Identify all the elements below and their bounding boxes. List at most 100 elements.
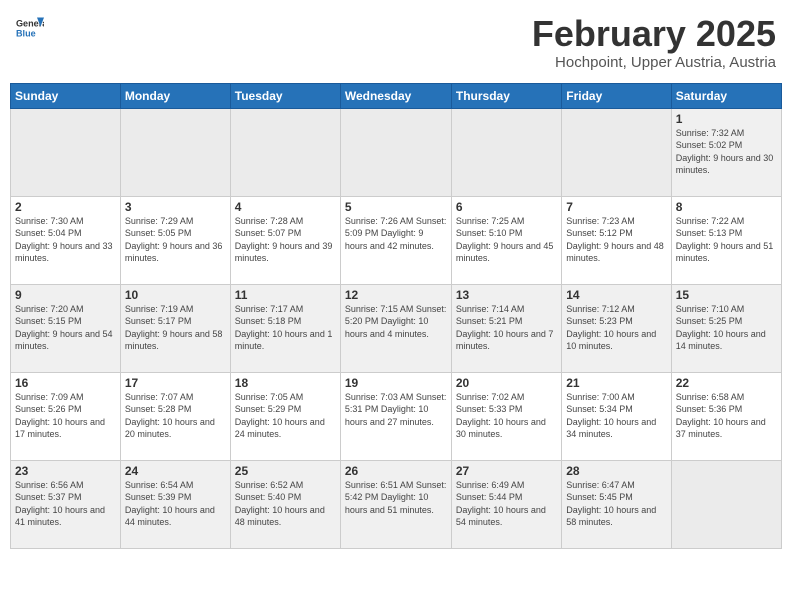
calendar-cell: 27Sunrise: 6:49 AM Sunset: 5:44 PM Dayli… <box>451 460 561 548</box>
weekday-wednesday: Wednesday <box>340 83 451 108</box>
month-title: February 2025 <box>532 14 776 54</box>
weekday-saturday: Saturday <box>671 83 781 108</box>
day-info: Sunrise: 7:29 AM Sunset: 5:05 PM Dayligh… <box>125 215 226 265</box>
day-info: Sunrise: 7:03 AM Sunset: 5:31 PM Dayligh… <box>345 391 447 429</box>
week-row-3: 9Sunrise: 7:20 AM Sunset: 5:15 PM Daylig… <box>11 284 782 372</box>
day-number: 19 <box>345 376 447 390</box>
day-number: 12 <box>345 288 447 302</box>
day-info: Sunrise: 6:56 AM Sunset: 5:37 PM Dayligh… <box>15 479 116 529</box>
day-number: 8 <box>676 200 777 214</box>
day-number: 6 <box>456 200 557 214</box>
day-info: Sunrise: 7:32 AM Sunset: 5:02 PM Dayligh… <box>676 127 777 177</box>
day-number: 10 <box>125 288 226 302</box>
day-info: Sunrise: 7:23 AM Sunset: 5:12 PM Dayligh… <box>566 215 666 265</box>
calendar-cell: 26Sunrise: 6:51 AM Sunset: 5:42 PM Dayli… <box>340 460 451 548</box>
title-block: February 2025 Hochpoint, Upper Austria, … <box>532 14 776 71</box>
calendar-cell: 22Sunrise: 6:58 AM Sunset: 5:36 PM Dayli… <box>671 372 781 460</box>
logo: General Blue <box>16 14 46 42</box>
day-info: Sunrise: 7:10 AM Sunset: 5:25 PM Dayligh… <box>676 303 777 353</box>
week-row-1: 1Sunrise: 7:32 AM Sunset: 5:02 PM Daylig… <box>11 108 782 196</box>
calendar-cell: 20Sunrise: 7:02 AM Sunset: 5:33 PM Dayli… <box>451 372 561 460</box>
day-number: 28 <box>566 464 666 478</box>
day-number: 11 <box>235 288 336 302</box>
calendar-cell <box>451 108 561 196</box>
day-number: 13 <box>456 288 557 302</box>
calendar-cell: 18Sunrise: 7:05 AM Sunset: 5:29 PM Dayli… <box>230 372 340 460</box>
calendar-cell: 7Sunrise: 7:23 AM Sunset: 5:12 PM Daylig… <box>562 196 671 284</box>
day-info: Sunrise: 6:49 AM Sunset: 5:44 PM Dayligh… <box>456 479 557 529</box>
day-number: 4 <box>235 200 336 214</box>
day-number: 3 <box>125 200 226 214</box>
calendar-cell <box>562 108 671 196</box>
calendar-cell: 12Sunrise: 7:15 AM Sunset: 5:20 PM Dayli… <box>340 284 451 372</box>
day-info: Sunrise: 7:12 AM Sunset: 5:23 PM Dayligh… <box>566 303 666 353</box>
day-info: Sunrise: 7:02 AM Sunset: 5:33 PM Dayligh… <box>456 391 557 441</box>
calendar-cell: 4Sunrise: 7:28 AM Sunset: 5:07 PM Daylig… <box>230 196 340 284</box>
day-info: Sunrise: 6:47 AM Sunset: 5:45 PM Dayligh… <box>566 479 666 529</box>
calendar-cell: 15Sunrise: 7:10 AM Sunset: 5:25 PM Dayli… <box>671 284 781 372</box>
calendar-cell: 24Sunrise: 6:54 AM Sunset: 5:39 PM Dayli… <box>120 460 230 548</box>
day-info: Sunrise: 7:20 AM Sunset: 5:15 PM Dayligh… <box>15 303 116 353</box>
day-number: 17 <box>125 376 226 390</box>
day-info: Sunrise: 7:26 AM Sunset: 5:09 PM Dayligh… <box>345 215 447 253</box>
day-info: Sunrise: 7:05 AM Sunset: 5:29 PM Dayligh… <box>235 391 336 441</box>
calendar-cell: 9Sunrise: 7:20 AM Sunset: 5:15 PM Daylig… <box>11 284 121 372</box>
calendar-cell: 14Sunrise: 7:12 AM Sunset: 5:23 PM Dayli… <box>562 284 671 372</box>
calendar-cell: 8Sunrise: 7:22 AM Sunset: 5:13 PM Daylig… <box>671 196 781 284</box>
day-info: Sunrise: 7:09 AM Sunset: 5:26 PM Dayligh… <box>15 391 116 441</box>
calendar-cell <box>671 460 781 548</box>
weekday-header-row: SundayMondayTuesdayWednesdayThursdayFrid… <box>11 83 782 108</box>
calendar-cell: 28Sunrise: 6:47 AM Sunset: 5:45 PM Dayli… <box>562 460 671 548</box>
calendar-cell: 21Sunrise: 7:00 AM Sunset: 5:34 PM Dayli… <box>562 372 671 460</box>
calendar-cell <box>230 108 340 196</box>
day-info: Sunrise: 6:58 AM Sunset: 5:36 PM Dayligh… <box>676 391 777 441</box>
day-number: 20 <box>456 376 557 390</box>
weekday-thursday: Thursday <box>451 83 561 108</box>
day-info: Sunrise: 6:54 AM Sunset: 5:39 PM Dayligh… <box>125 479 226 529</box>
calendar-cell: 5Sunrise: 7:26 AM Sunset: 5:09 PM Daylig… <box>340 196 451 284</box>
calendar-cell: 16Sunrise: 7:09 AM Sunset: 5:26 PM Dayli… <box>11 372 121 460</box>
day-info: Sunrise: 7:15 AM Sunset: 5:20 PM Dayligh… <box>345 303 447 341</box>
day-number: 22 <box>676 376 777 390</box>
day-info: Sunrise: 7:17 AM Sunset: 5:18 PM Dayligh… <box>235 303 336 353</box>
calendar-cell: 19Sunrise: 7:03 AM Sunset: 5:31 PM Dayli… <box>340 372 451 460</box>
day-info: Sunrise: 6:51 AM Sunset: 5:42 PM Dayligh… <box>345 479 447 517</box>
calendar-table: SundayMondayTuesdayWednesdayThursdayFrid… <box>10 83 782 549</box>
day-number: 14 <box>566 288 666 302</box>
day-number: 15 <box>676 288 777 302</box>
day-info: Sunrise: 7:25 AM Sunset: 5:10 PM Dayligh… <box>456 215 557 265</box>
day-info: Sunrise: 7:28 AM Sunset: 5:07 PM Dayligh… <box>235 215 336 265</box>
calendar-cell <box>120 108 230 196</box>
svg-text:Blue: Blue <box>16 28 36 38</box>
day-info: Sunrise: 7:00 AM Sunset: 5:34 PM Dayligh… <box>566 391 666 441</box>
calendar-cell <box>11 108 121 196</box>
day-number: 27 <box>456 464 557 478</box>
calendar-cell: 11Sunrise: 7:17 AM Sunset: 5:18 PM Dayli… <box>230 284 340 372</box>
calendar-cell: 17Sunrise: 7:07 AM Sunset: 5:28 PM Dayli… <box>120 372 230 460</box>
calendar-cell <box>340 108 451 196</box>
day-number: 24 <box>125 464 226 478</box>
day-number: 21 <box>566 376 666 390</box>
calendar-cell: 6Sunrise: 7:25 AM Sunset: 5:10 PM Daylig… <box>451 196 561 284</box>
day-number: 5 <box>345 200 447 214</box>
calendar-cell: 13Sunrise: 7:14 AM Sunset: 5:21 PM Dayli… <box>451 284 561 372</box>
weekday-sunday: Sunday <box>11 83 121 108</box>
day-info: Sunrise: 7:14 AM Sunset: 5:21 PM Dayligh… <box>456 303 557 353</box>
weekday-friday: Friday <box>562 83 671 108</box>
week-row-2: 2Sunrise: 7:30 AM Sunset: 5:04 PM Daylig… <box>11 196 782 284</box>
page-header: General Blue February 2025 Hochpoint, Up… <box>10 10 782 75</box>
day-number: 18 <box>235 376 336 390</box>
day-number: 7 <box>566 200 666 214</box>
calendar-cell: 10Sunrise: 7:19 AM Sunset: 5:17 PM Dayli… <box>120 284 230 372</box>
calendar-cell: 3Sunrise: 7:29 AM Sunset: 5:05 PM Daylig… <box>120 196 230 284</box>
day-number: 26 <box>345 464 447 478</box>
calendar-cell: 2Sunrise: 7:30 AM Sunset: 5:04 PM Daylig… <box>11 196 121 284</box>
day-number: 25 <box>235 464 336 478</box>
day-info: Sunrise: 7:22 AM Sunset: 5:13 PM Dayligh… <box>676 215 777 265</box>
week-row-5: 23Sunrise: 6:56 AM Sunset: 5:37 PM Dayli… <box>11 460 782 548</box>
day-number: 16 <box>15 376 116 390</box>
weekday-monday: Monday <box>120 83 230 108</box>
day-number: 9 <box>15 288 116 302</box>
day-number: 1 <box>676 112 777 126</box>
day-info: Sunrise: 7:19 AM Sunset: 5:17 PM Dayligh… <box>125 303 226 353</box>
